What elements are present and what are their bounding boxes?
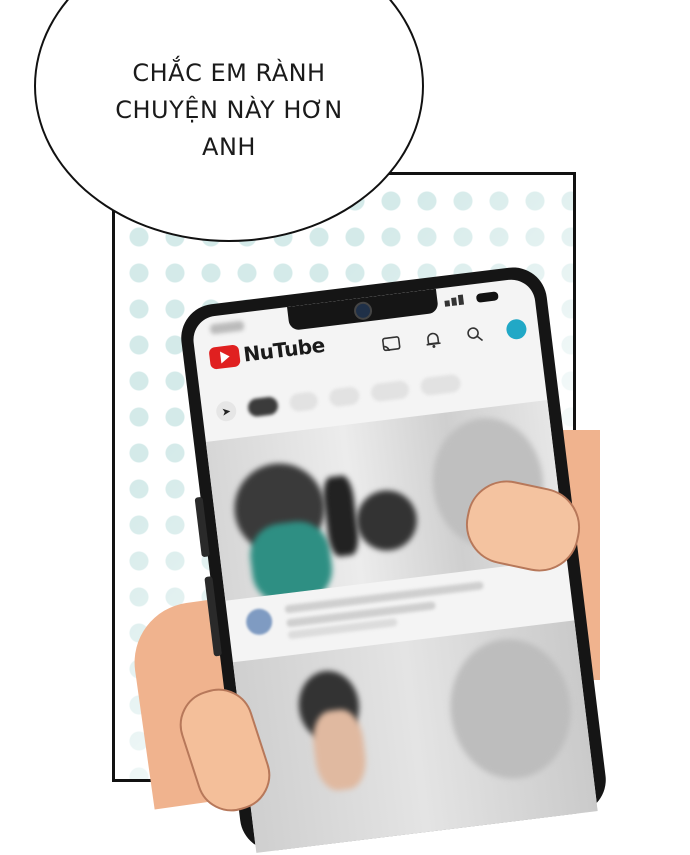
- bell-icon[interactable]: [422, 328, 444, 350]
- app-logo-text: NuTube: [242, 332, 326, 367]
- status-icons: [443, 283, 514, 307]
- header-actions: [380, 318, 528, 356]
- chip[interactable]: [370, 379, 410, 403]
- search-icon[interactable]: [464, 323, 486, 345]
- app-logo[interactable]: NuTube: [208, 333, 326, 371]
- chip[interactable]: [288, 391, 319, 413]
- chip[interactable]: [419, 373, 462, 397]
- play-logo-icon: [208, 344, 241, 370]
- cast-icon[interactable]: [380, 333, 402, 355]
- explore-icon[interactable]: ➤: [215, 400, 238, 423]
- battery-icon: [475, 291, 499, 303]
- status-time: [209, 320, 245, 335]
- avatar[interactable]: [505, 318, 528, 341]
- chip[interactable]: [328, 385, 361, 408]
- video-thumbnail[interactable]: [232, 620, 598, 853]
- speech-bubble-text: CHẮC EM RÀNH CHUYỆN NÀY HƠN ANH: [115, 59, 343, 161]
- channel-avatar[interactable]: [244, 607, 274, 637]
- chip-all[interactable]: [247, 395, 279, 418]
